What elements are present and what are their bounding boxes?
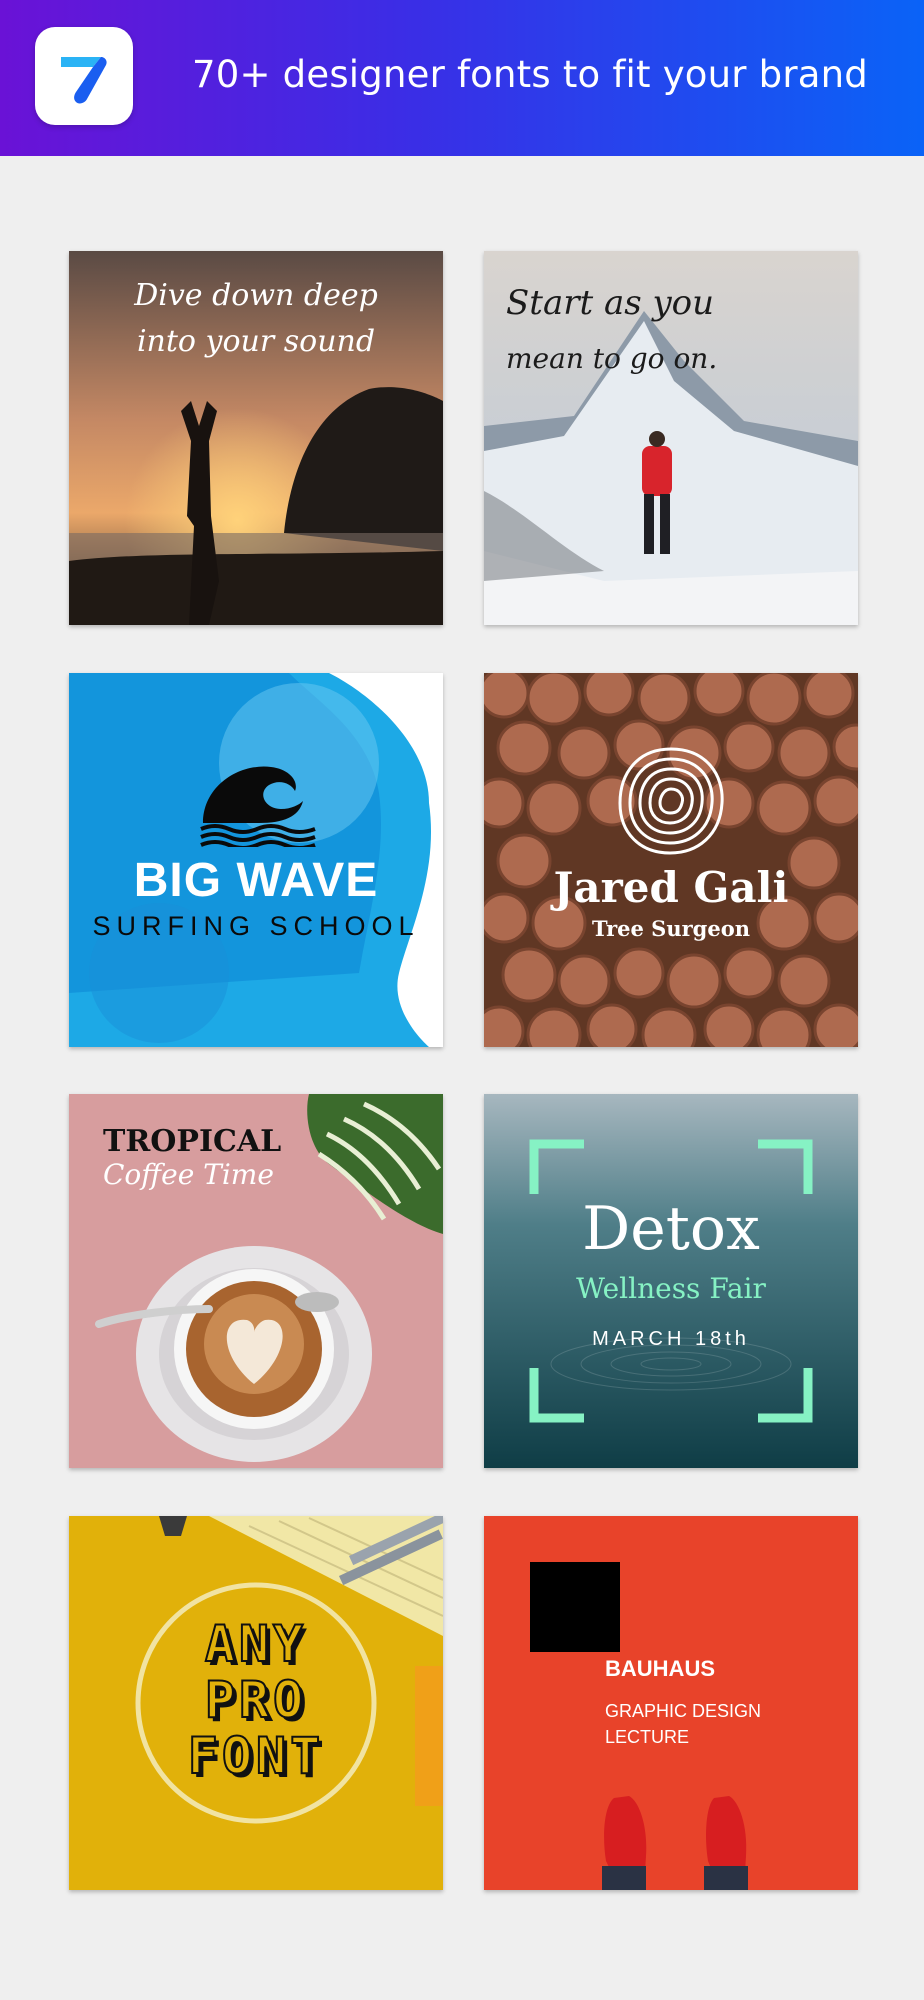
- event-subtitle: Wellness Fair: [576, 1272, 766, 1305]
- template-card-any-pro-font[interactable]: ANY PRO FONT: [69, 1516, 443, 1890]
- brand-title: TROPICAL: [103, 1124, 282, 1159]
- headline-line-2: into your sound: [136, 324, 376, 359]
- headline-line-1: Dive down deep: [134, 278, 378, 313]
- brand-subtitle: SURFING SCHOOL: [92, 911, 420, 941]
- template-card-bauhaus[interactable]: BAUHAUS GRAPHIC DESIGN LECTURE: [484, 1516, 858, 1890]
- log-pile-photo: [484, 673, 858, 1047]
- brand-title: BIG WAVE: [133, 854, 379, 907]
- headline-line-1: Start as you: [506, 283, 715, 323]
- template-card-detox[interactable]: Detox Wellness Fair MARCH 18th: [484, 1094, 858, 1468]
- tree-rings-icon: [618, 747, 724, 855]
- brand-subtitle: Coffee Time: [103, 1158, 274, 1191]
- template-card-tree-surgeon[interactable]: Jared Gali Tree Surgeon: [484, 673, 858, 1047]
- event-date: MARCH 18th: [592, 1328, 750, 1350]
- headline-line-1: ANY: [204, 1615, 308, 1673]
- brand-title: Jared Gali: [553, 863, 789, 912]
- template-card-yoga[interactable]: Dive down deep into your sound: [69, 251, 443, 625]
- brand-subtitle: Tree Surgeon: [591, 916, 750, 941]
- template-card-tropical-coffee[interactable]: TROPICAL Coffee Time: [69, 1094, 443, 1468]
- template-card-mountain[interactable]: Start as you mean to go on.: [484, 251, 858, 625]
- event-line-1: GRAPHIC DESIGN: [605, 1701, 762, 1721]
- event-title: BAUHAUS: [605, 1656, 715, 1681]
- event-title: Detox: [582, 1194, 760, 1264]
- headline-line-2: mean to go on.: [506, 342, 718, 375]
- app-logo-icon[interactable]: [35, 27, 133, 125]
- header-banner: 70+ designer fonts to fit your brand: [0, 0, 924, 156]
- event-line-2: LECTURE: [605, 1727, 690, 1747]
- template-card-big-wave[interactable]: BIG WAVE SURFING SCHOOL: [69, 673, 443, 1047]
- wave-icon: [200, 766, 316, 847]
- headline-line-3: FONT: [187, 1727, 325, 1785]
- header-title: 70+ designer fonts to fit your brand: [192, 52, 868, 96]
- headline-line-2: PRO: [204, 1671, 308, 1729]
